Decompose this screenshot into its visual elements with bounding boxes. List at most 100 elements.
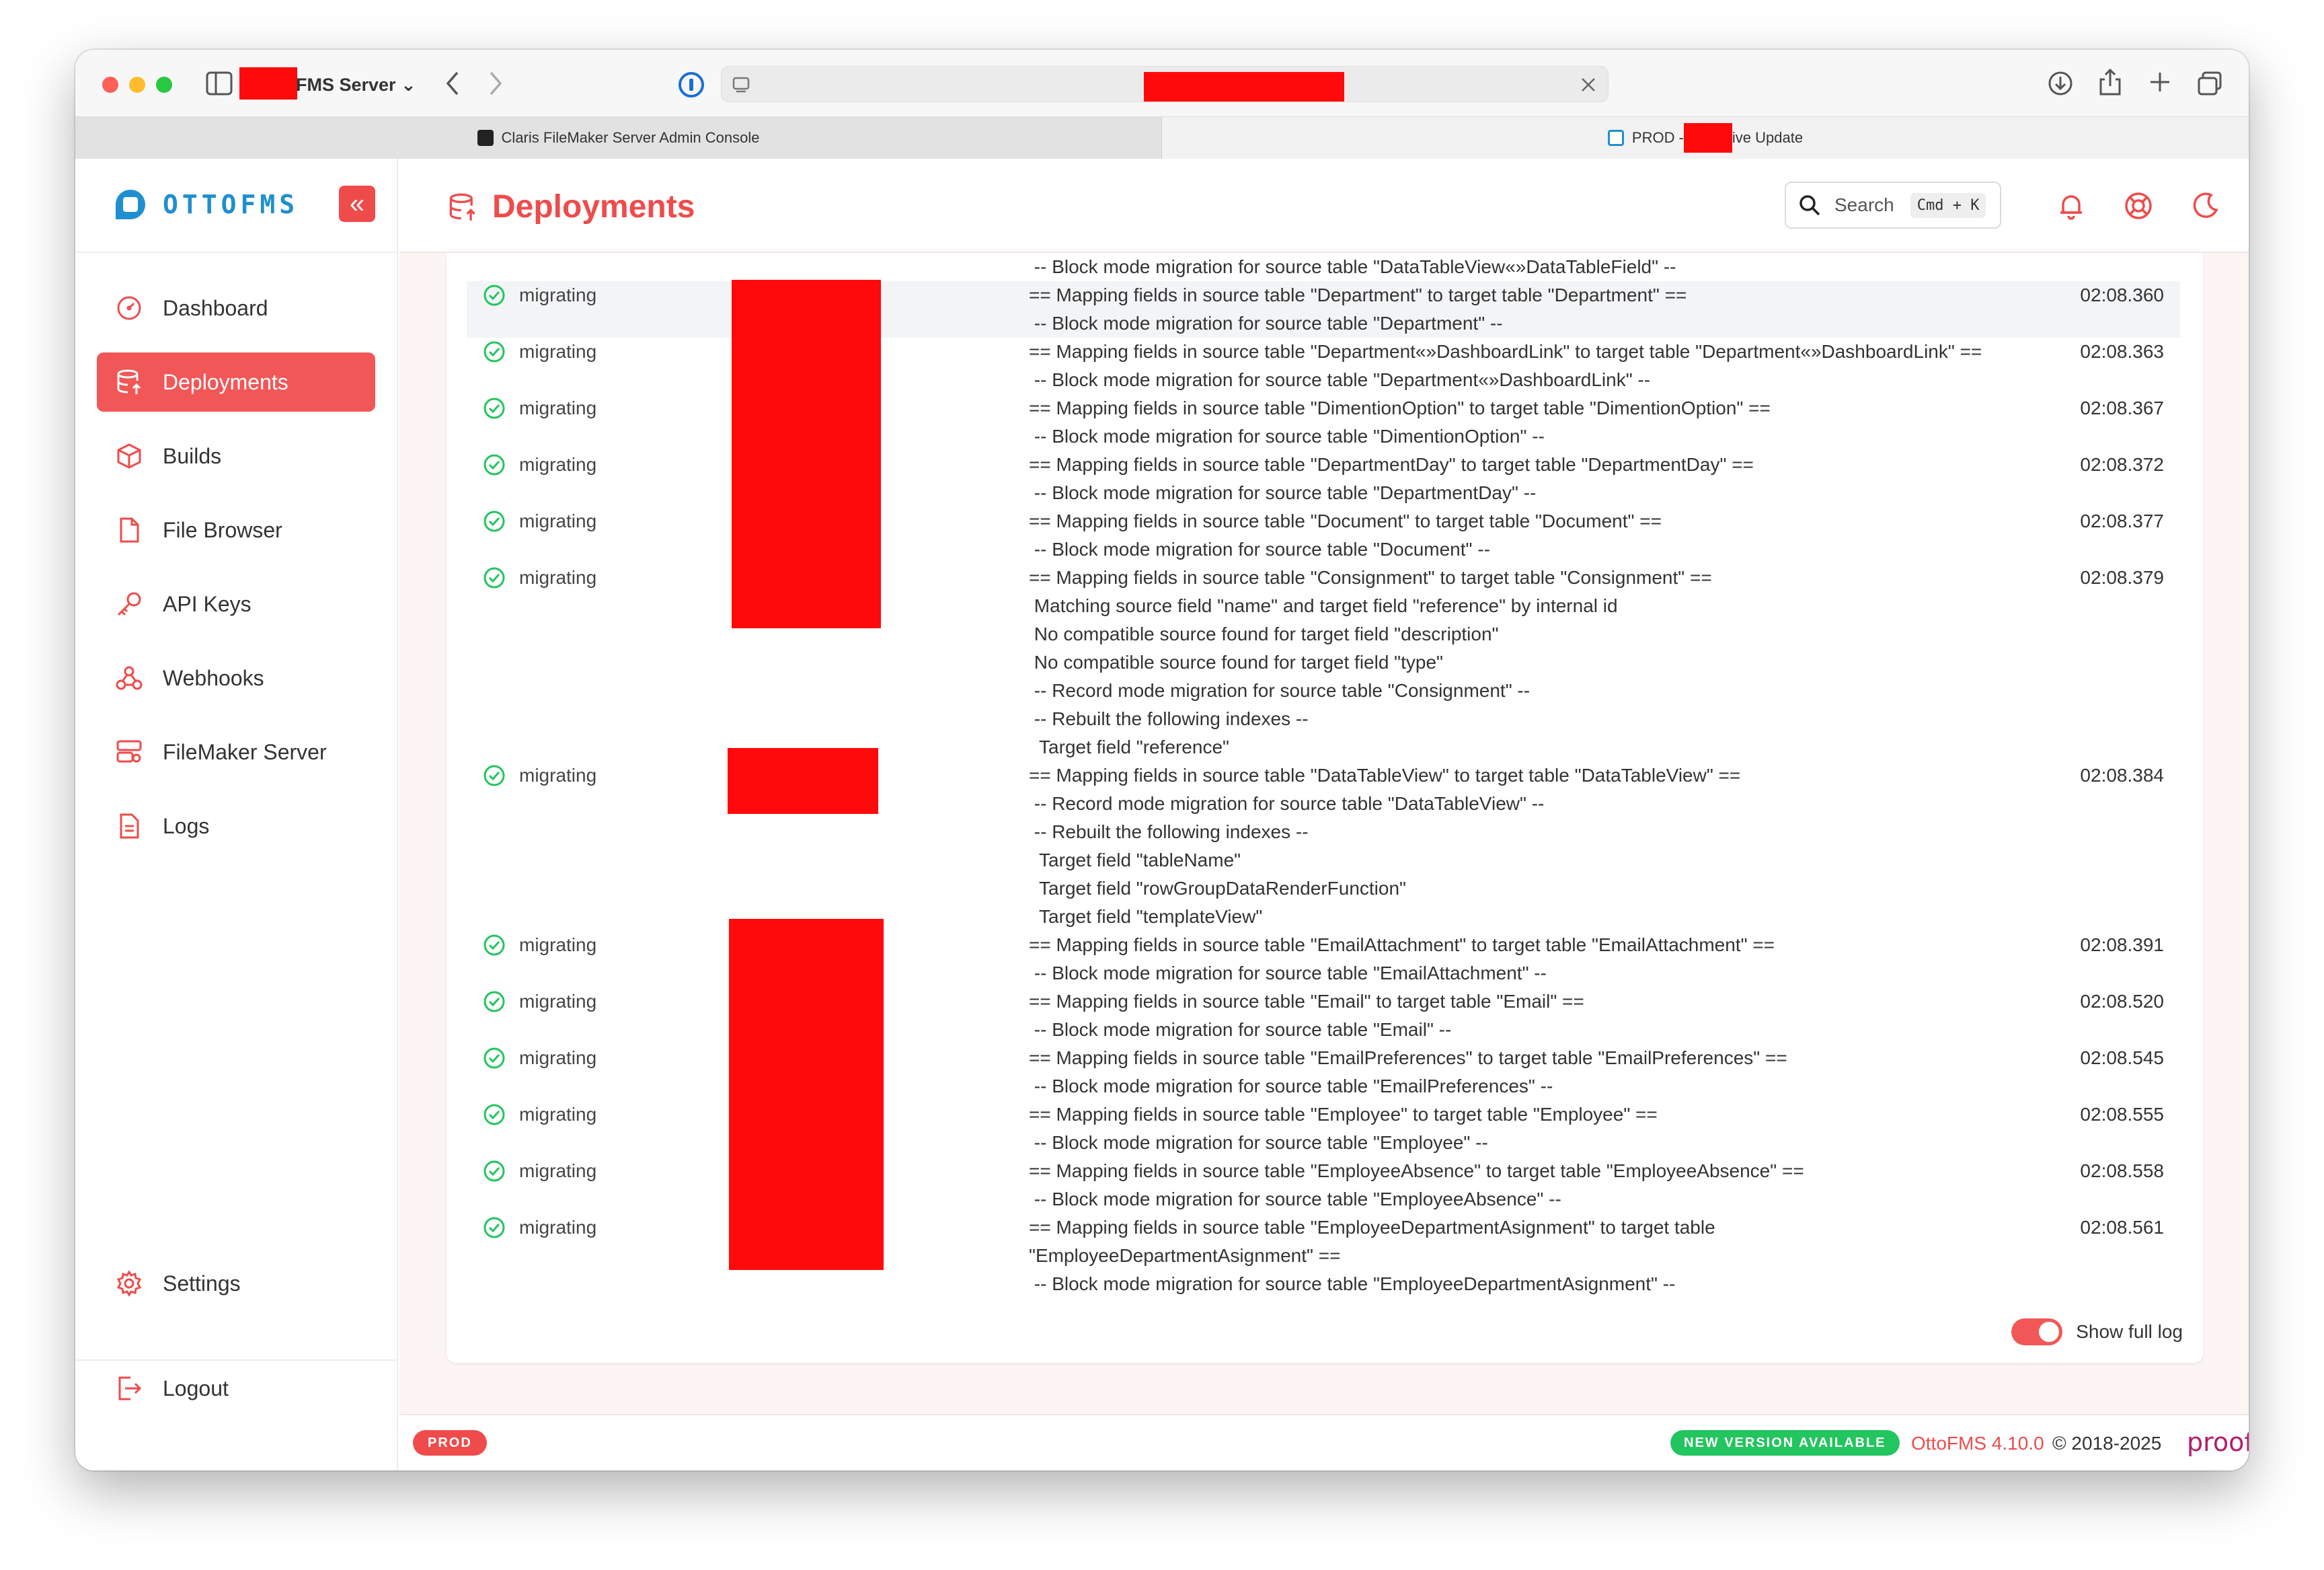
browser-toolbar: FMS Server ⌄ (75, 50, 2249, 117)
file-icon (116, 517, 143, 544)
search-button[interactable]: Search Cmd + K (1785, 182, 2001, 229)
log-row: migrating == Mapping fields in source tab… (467, 507, 2180, 564)
main-content: Deployments Search Cmd + K -- Block mode… (399, 159, 2249, 1470)
log-line: == Mapping fields in source table "Emplo… (1029, 1217, 1715, 1238)
sidebar-item-label: Logout (163, 1376, 229, 1400)
forward-arrow-icon[interactable] (487, 70, 504, 97)
address-bar[interactable] (721, 66, 1609, 102)
log-timestamp: 02:08.360 (2080, 285, 2164, 305)
tab-label: Claris FileMaker Server Admin Console (501, 129, 760, 146)
check-circle-icon (483, 340, 506, 363)
log-line: == Mapping fields in source table "Email… (1029, 1047, 1787, 1068)
log-line: == Mapping fields in source table "Emplo… (1029, 1160, 1804, 1181)
show-full-log-toggle[interactable] (2011, 1318, 2063, 1345)
status-label: migrating (519, 765, 597, 786)
page-header: Deployments Search Cmd + K (399, 159, 2249, 253)
log-line: == Mapping fields in source table "Dimen… (1029, 398, 1771, 418)
ottofms-logo[interactable]: OTTOFMS (110, 183, 299, 226)
bell-icon[interactable] (2056, 191, 2086, 221)
sidebar-item-label: Dashboard (163, 295, 268, 320)
log-continuation-line: -- Block mode migration for source table… (467, 253, 2180, 281)
status-label: migrating (519, 285, 597, 305)
sidebar-item-label: File Browser (163, 517, 282, 542)
browser-tab-admin-console[interactable]: Claris FileMaker Server Admin Console (75, 117, 1162, 159)
sidebar-item-dashboard[interactable]: Dashboard (97, 278, 375, 338)
log-timestamp: 02:08.379 (2080, 567, 2164, 588)
log-timestamp: 02:08.372 (2080, 454, 2164, 475)
log-timestamp: 02:08.363 (2080, 341, 2164, 362)
sidebar-item-file-browser[interactable]: File Browser (97, 500, 375, 560)
close-window-button[interactable] (102, 77, 118, 93)
back-arrow-icon[interactable] (444, 70, 461, 97)
log-line: == Mapping fields in source table "Depar… (1029, 285, 1687, 305)
show-full-log-label: Show full log (2076, 1321, 2183, 1342)
check-circle-icon (483, 1160, 506, 1183)
download-icon[interactable] (2047, 70, 2074, 97)
check-circle-icon (483, 1216, 506, 1239)
sidebar-toggle-icon[interactable] (206, 71, 233, 96)
log-line: == Mapping fields in source table "Emplo… (1029, 1104, 1658, 1125)
share-icon[interactable] (2098, 67, 2122, 97)
double-chevron-left-icon: « (349, 189, 365, 219)
dark-mode-moon-icon[interactable] (2191, 191, 2220, 221)
app: OTTOFMS « Dashboard Deployments Builds F… (75, 159, 2249, 1470)
clear-address-icon[interactable] (1580, 76, 1597, 94)
sidebar-item-settings[interactable]: Settings (97, 1254, 375, 1313)
redacted-url (1144, 72, 1344, 102)
new-tab-icon[interactable] (2148, 70, 2172, 94)
redacted-tab-title (1683, 123, 1732, 153)
log-line: -- Block mode migration for source table… (1029, 256, 1676, 277)
log-line: == Mapping fields in source table "DataT… (1029, 765, 1741, 786)
browser-tab-prod[interactable]: PROD - ive Update (1162, 117, 2249, 159)
redacted-block (732, 280, 881, 628)
log-timestamp: 02:08.558 (2080, 1160, 2164, 1181)
proof-geist-logo[interactable]: proof+geist (2187, 1427, 2249, 1457)
logo-text: OTTOFMS (163, 190, 299, 219)
sidebar-item-filemaker-server[interactable]: FileMaker Server (97, 722, 375, 782)
log-status: migrating (483, 1157, 596, 1185)
sidebar-item-deployments[interactable]: Deployments (97, 352, 375, 412)
sidebar-item-logout[interactable]: Logout (97, 1359, 375, 1418)
check-circle-icon (483, 1047, 506, 1070)
cube-icon (116, 443, 143, 470)
status-label: migrating (519, 567, 597, 588)
status-label: migrating (519, 934, 597, 955)
tab-overview-icon[interactable] (2196, 70, 2223, 97)
sidebar-item-logs[interactable]: Logs (97, 796, 375, 856)
profile-name[interactable]: FMS Server ⌄ (296, 73, 416, 97)
tab-label-prefix: PROD - (1631, 129, 1684, 146)
log-timestamp: 02:08.384 (2080, 765, 2164, 786)
zoom-window-button[interactable] (156, 77, 172, 93)
log-line: No compatible source found for target fi… (1029, 652, 1443, 673)
log-line: -- Rebuilt the following indexes -- (1029, 708, 1309, 729)
log-status: migrating (483, 338, 596, 366)
footer: PROD NEW VERSION AVAILABLE OttoFMS 4.10.… (399, 1414, 2249, 1470)
log-row: migrating == Mapping fields in source tab… (467, 564, 2180, 761)
sidebar-item-builds[interactable]: Builds (97, 426, 375, 486)
sidebar-item-webhooks[interactable]: Webhooks (97, 648, 375, 708)
log-status: migrating (483, 987, 596, 1016)
log-line: Target field "tableName" (1029, 850, 1241, 870)
page-title: Deployments (492, 189, 695, 225)
new-version-badge[interactable]: NEW VERSION AVAILABLE (1670, 1430, 1900, 1456)
log-timestamp: 02:08.377 (2080, 511, 2164, 531)
server-icon (116, 739, 143, 765)
status-label: migrating (519, 454, 597, 475)
log-timestamp: 02:08.367 (2080, 398, 2164, 418)
sidebar-item-api-keys[interactable]: API Keys (97, 574, 375, 634)
log-row: migrating == Mapping fields in source tab… (467, 451, 2180, 507)
help-lifebuoy-icon[interactable] (2124, 191, 2153, 221)
database-upload-icon (116, 369, 143, 396)
ottofms-logo-icon (116, 190, 145, 219)
collapse-sidebar-button[interactable]: « (339, 186, 375, 222)
minimize-window-button[interactable] (129, 77, 145, 93)
sidebar-item-label: Deployments (163, 369, 288, 394)
log-row: migrating == Mapping fields in source tab… (467, 1213, 2180, 1298)
show-full-log-control[interactable]: Show full log (2011, 1318, 2183, 1345)
log-timestamp: 02:08.391 (2080, 934, 2164, 955)
sidebar-item-label: FileMaker Server (163, 739, 327, 764)
password-manager-icon[interactable] (678, 71, 705, 98)
check-circle-icon (483, 1103, 506, 1126)
log-row: migrating == Mapping fields in source tab… (467, 281, 2180, 338)
log-row: migrating == Mapping fields in source tab… (467, 761, 2180, 931)
